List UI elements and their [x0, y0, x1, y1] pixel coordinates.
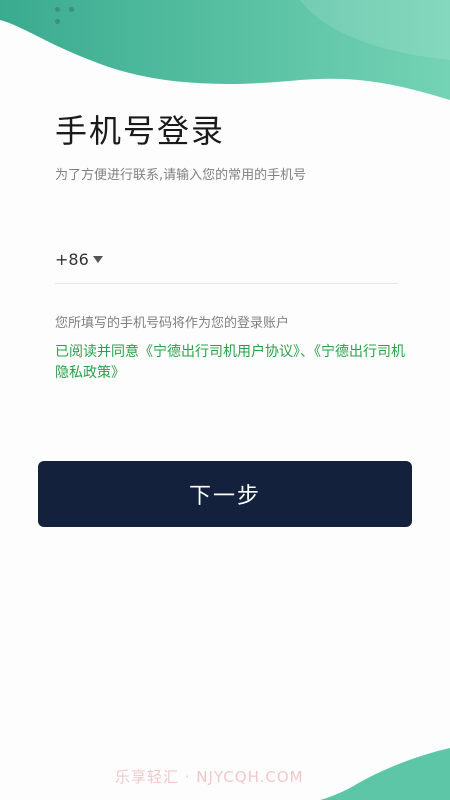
- page-subtitle: 为了方便进行联系,请输入您的常用的手机号: [55, 168, 307, 183]
- page-title: 手机号登录: [55, 112, 226, 150]
- country-code-selector[interactable]: +86: [55, 250, 89, 269]
- phone-input[interactable]: [115, 238, 398, 282]
- agreement-text: 已阅读并同意《宁德出行司机用户协议》、《宁德出行司机隐私政策》: [55, 342, 405, 384]
- agreement-separator: 、: [300, 344, 314, 360]
- watermark: 乐享轻汇 · NJYCQH.COM: [115, 768, 304, 786]
- next-step-button[interactable]: 下一步: [38, 461, 412, 527]
- top-wave-decoration: [0, 0, 450, 100]
- caret-down-icon[interactable]: [93, 256, 103, 263]
- account-hint: 您所填写的手机号码将作为您的登录账户: [55, 316, 290, 331]
- user-agreement-link[interactable]: 《宁德出行司机用户协议》: [139, 344, 300, 360]
- bottom-wave-decoration: [320, 748, 450, 800]
- phone-row: +86: [55, 238, 398, 284]
- agreement-prefix: 已阅读并同意: [55, 344, 139, 360]
